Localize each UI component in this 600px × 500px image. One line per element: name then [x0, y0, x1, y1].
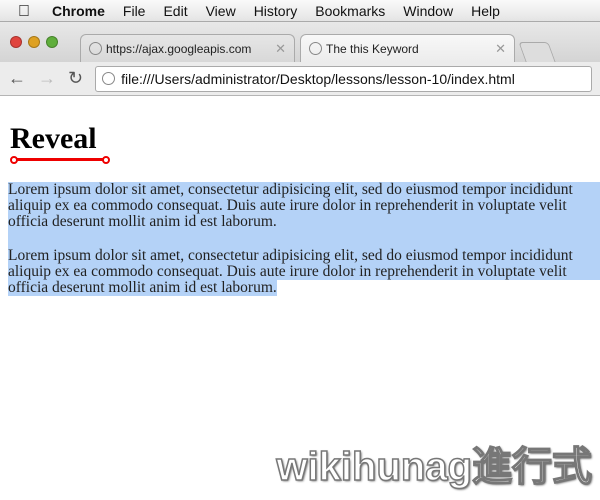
menu-file[interactable]: File — [123, 3, 146, 19]
zoom-window-button[interactable] — [46, 36, 58, 48]
page-content: Reveal Lorem ipsum dolor sit amet, conse… — [0, 96, 600, 296]
globe-icon — [102, 72, 116, 85]
close-tab-icon[interactable]: ✕ — [495, 41, 506, 57]
close-window-button[interactable] — [10, 36, 22, 48]
forward-button[interactable]: → — [38, 68, 56, 89]
back-button[interactable]: ← — [8, 68, 26, 89]
apple-icon[interactable]:  — [18, 3, 32, 20]
tab-this-keyword[interactable]: The this Keyword ✕ — [300, 34, 515, 62]
globe-icon — [309, 42, 322, 55]
menu-history[interactable]: History — [254, 3, 298, 19]
globe-icon — [89, 42, 102, 55]
heading-underline — [10, 156, 110, 164]
close-tab-icon[interactable]: ✕ — [275, 41, 286, 57]
tab-title: https://ajax.googleapis.com — [106, 41, 252, 56]
menu-window[interactable]: Window — [403, 3, 453, 19]
paragraph-line: Lorem ipsum dolor sit amet, consectetur … — [8, 248, 600, 264]
menu-help[interactable]: Help — [471, 3, 500, 19]
browser-toolbar: ← → ↻ file:///Users/administrator/Deskto… — [0, 62, 600, 96]
minimize-window-button[interactable] — [28, 36, 40, 48]
address-bar[interactable]: file:///Users/administrator/Desktop/less… — [95, 65, 592, 92]
paragraph-1: Lorem ipsum dolor sit amet, consectetur … — [8, 182, 600, 230]
window-controls — [10, 36, 58, 48]
menu-view[interactable]: View — [206, 3, 236, 19]
menu-app-chrome[interactable]: Chrome — [52, 3, 105, 19]
paragraph-line: aliquip ex ea commodo consequat. Duis au… — [8, 264, 600, 280]
new-tab-button[interactable] — [518, 42, 556, 62]
tab-strip: https://ajax.googleapis.com ✕ The this K… — [0, 22, 600, 62]
url-text: file:///Users/administrator/Desktop/less… — [121, 70, 515, 87]
menu-edit[interactable]: Edit — [163, 3, 187, 19]
paragraph-2: Lorem ipsum dolor sit amet, consectetur … — [8, 248, 600, 296]
watermark: wikihunag進行式 — [276, 444, 593, 490]
tab-googleapis[interactable]: https://ajax.googleapis.com ✕ — [80, 34, 295, 62]
reload-button[interactable]: ↻ — [68, 68, 83, 89]
page-heading: Reveal — [10, 122, 97, 155]
paragraph-line: Lorem ipsum dolor sit amet, consectetur … — [8, 182, 600, 198]
tab-title: The this Keyword — [326, 41, 419, 56]
menu-bookmarks[interactable]: Bookmarks — [315, 3, 385, 19]
mac-menubar:  Chrome File Edit View History Bookmark… — [0, 0, 600, 22]
paragraph-line: officia deserunt mollit anim id est labo… — [8, 214, 600, 230]
paragraph-line: officia deserunt mollit anim id est labo… — [8, 279, 277, 296]
paragraph-line: aliquip ex ea commodo consequat. Duis au… — [8, 198, 600, 214]
